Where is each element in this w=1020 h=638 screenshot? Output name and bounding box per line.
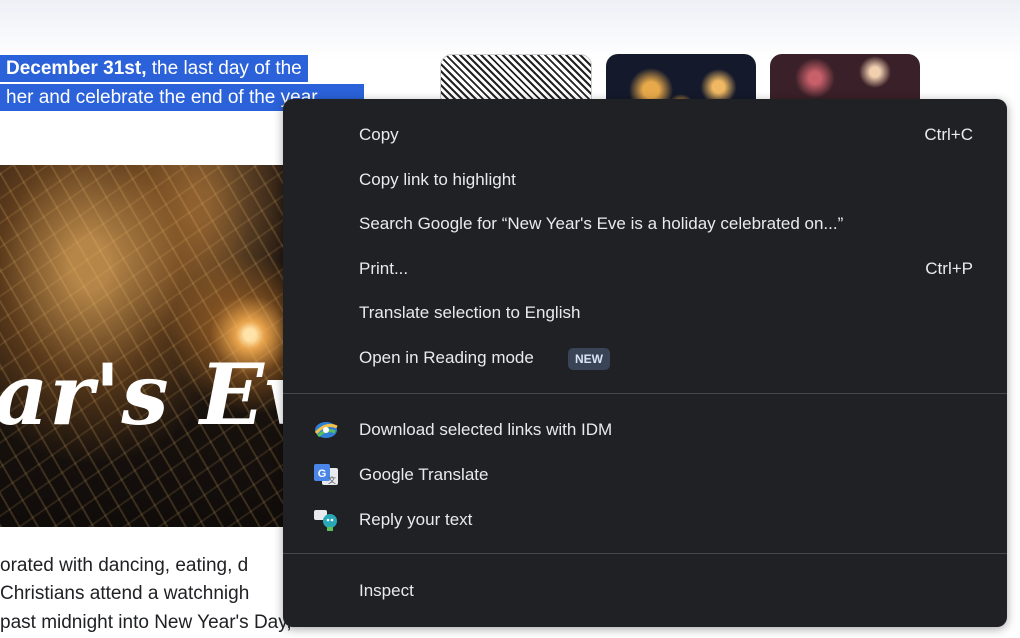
menu-item-shortcut: Ctrl+C <box>924 125 973 144</box>
menu-item-label: Translate selection to English <box>359 303 581 322</box>
menu-item-label: Search Google for “New Year's Eve is a h… <box>359 214 844 233</box>
menu-item-inspect[interactable]: Inspect <box>283 569 1007 613</box>
menu-item-reading-mode[interactable]: Open in Reading mode NEW <box>283 336 1007 380</box>
google-translate-icon: G 文 <box>313 463 339 487</box>
svg-text:文: 文 <box>328 475 336 485</box>
menu-separator <box>283 393 1007 394</box>
menu-item-shortcut: Ctrl+P <box>925 259 973 278</box>
selected-text-line[interactable]: December 31st, the last day of the <box>0 55 308 82</box>
context-menu: Copy Ctrl+C Copy link to highlight Searc… <box>283 99 1007 627</box>
selected-text-bold: December 31st, <box>6 58 147 79</box>
menu-item-copy[interactable]: Copy Ctrl+C <box>283 113 1007 157</box>
menu-item-reply-text[interactable]: Reply your text <box>283 498 1007 542</box>
menu-item-label: Google Translate <box>359 465 489 484</box>
menu-separator <box>283 553 1007 554</box>
menu-item-copy-link[interactable]: Copy link to highlight <box>283 158 1007 202</box>
menu-item-translate-selection[interactable]: Translate selection to English <box>283 291 1007 335</box>
svg-text:G: G <box>318 468 327 480</box>
idm-icon <box>313 418 339 442</box>
menu-item-search-google[interactable]: Search Google for “New Year's Eve is a h… <box>283 202 1007 246</box>
new-badge: NEW <box>568 348 610 370</box>
reply-bot-icon <box>313 508 339 532</box>
hero-image: ar's Eve <box>0 165 300 527</box>
menu-item-label: Copy <box>359 125 399 144</box>
menu-item-label: Print... <box>359 259 409 278</box>
menu-item-label: Download selected links with IDM <box>359 420 613 439</box>
menu-item-label: Inspect <box>359 581 414 600</box>
menu-item-label: Reply your text <box>359 510 473 529</box>
page-top <box>0 0 1020 60</box>
menu-item-google-translate[interactable]: G 文 Google Translate <box>283 453 1007 497</box>
menu-item-label: Copy link to highlight <box>359 170 516 189</box>
hero-title: ar's Eve <box>0 345 300 444</box>
menu-item-label: Open in Reading mode <box>359 348 534 367</box>
menu-item-idm-download[interactable]: Download selected links with IDM <box>283 408 1007 452</box>
menu-item-print[interactable]: Print... Ctrl+P <box>283 247 1007 291</box>
selected-text-rest: the last day of the <box>146 58 302 79</box>
